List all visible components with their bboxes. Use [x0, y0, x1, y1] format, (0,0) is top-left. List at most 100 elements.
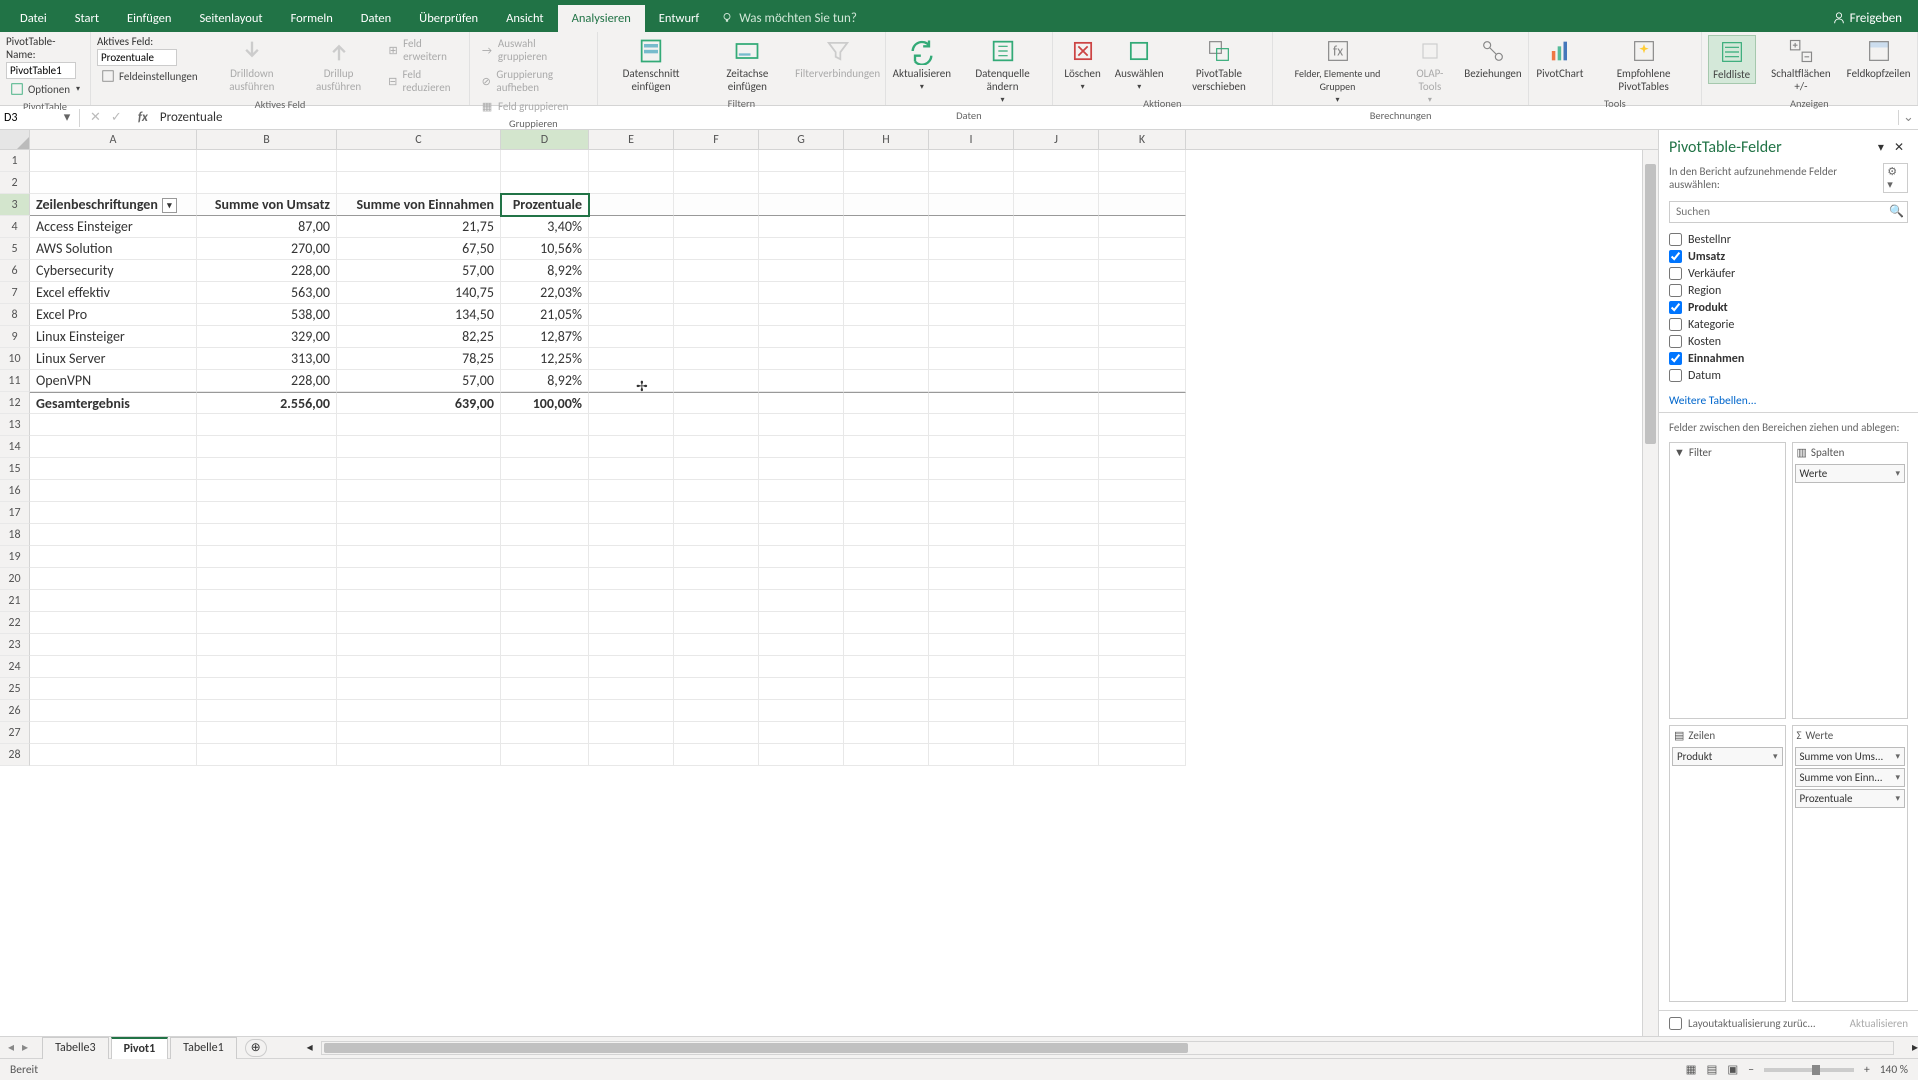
row-header[interactable]: 17 [0, 502, 30, 524]
cell[interactable] [197, 480, 337, 502]
cell[interactable] [589, 656, 674, 678]
cell[interactable] [1099, 238, 1186, 260]
cell[interactable] [759, 304, 844, 326]
cell[interactable] [674, 238, 759, 260]
cell[interactable]: Access Einsteiger [30, 216, 197, 238]
cell[interactable] [589, 326, 674, 348]
cell[interactable] [929, 172, 1014, 194]
cell[interactable] [1099, 348, 1186, 370]
drilldown-button[interactable]: Drilldown ausführen [210, 35, 294, 95]
field-checkbox[interactable] [1669, 335, 1682, 348]
cell[interactable]: 82,25 [337, 326, 501, 348]
hscroll-left-icon[interactable]: ◂ [307, 1040, 313, 1055]
cell[interactable] [1014, 392, 1099, 414]
cell[interactable] [759, 172, 844, 194]
dropzone-item[interactable]: Prozentuale▾ [1795, 789, 1906, 808]
pivotchart-button[interactable]: PivotChart [1535, 35, 1584, 82]
field-item-umsatz[interactable]: Umsatz [1669, 248, 1908, 265]
cell[interactable] [929, 392, 1014, 414]
cell[interactable]: Summe von Einnahmen [337, 194, 501, 216]
vertical-scrollbar[interactable] [1642, 150, 1658, 1036]
hscroll-right-icon[interactable]: ▸ [1912, 1040, 1918, 1055]
share-button[interactable]: Freigeben [1822, 5, 1912, 32]
cell[interactable] [501, 634, 589, 656]
cell[interactable]: 140,75 [337, 282, 501, 304]
gear-icon[interactable]: ⚙ ▾ [1883, 163, 1908, 193]
row-header[interactable]: 14 [0, 436, 30, 458]
cell[interactable]: Linux Einsteiger [30, 326, 197, 348]
cell[interactable] [589, 172, 674, 194]
cell[interactable] [1099, 568, 1186, 590]
sheet-nav-last-icon[interactable]: ▸ [22, 1040, 28, 1055]
cell[interactable] [30, 744, 197, 766]
cell[interactable] [929, 304, 1014, 326]
field-settings-button[interactable]: Feldeinstellungen [97, 67, 202, 85]
cell[interactable] [197, 678, 337, 700]
change-ds-button[interactable]: Datenquelle ändern▾ [960, 35, 1046, 107]
more-tables-link[interactable]: Weitere Tabellen... [1659, 390, 1918, 412]
row-header[interactable]: 18 [0, 524, 30, 546]
cell[interactable] [501, 722, 589, 744]
cell[interactable] [1014, 458, 1099, 480]
zoom-in-icon[interactable]: + [1864, 1063, 1870, 1077]
cell[interactable] [759, 392, 844, 414]
cell[interactable] [589, 678, 674, 700]
cell[interactable] [197, 656, 337, 678]
cell[interactable] [844, 634, 929, 656]
field-item-produkt[interactable]: Produkt [1669, 299, 1908, 316]
col-header-J[interactable]: J [1014, 130, 1099, 149]
cell[interactable] [589, 612, 674, 634]
cell[interactable]: 313,00 [197, 348, 337, 370]
pt-name-input[interactable] [6, 62, 76, 79]
dropzone-item[interactable]: Werte▾ [1795, 464, 1906, 483]
cell[interactable] [929, 370, 1014, 392]
cell[interactable] [1014, 348, 1099, 370]
cell[interactable] [30, 656, 197, 678]
horizontal-scrollbar[interactable] [321, 1041, 1894, 1055]
defer-layout-checkbox[interactable] [1669, 1017, 1682, 1030]
cell[interactable] [589, 216, 674, 238]
cell[interactable]: 21,75 [337, 216, 501, 238]
expand-formula-bar[interactable]: ⌄ [1898, 110, 1918, 125]
cell[interactable] [589, 282, 674, 304]
cell[interactable] [674, 172, 759, 194]
cell[interactable] [197, 150, 337, 172]
sheet-nav-first-icon[interactable]: ◂ [8, 1040, 14, 1055]
cell[interactable] [589, 634, 674, 656]
cell[interactable] [501, 700, 589, 722]
cell[interactable]: 538,00 [197, 304, 337, 326]
cell[interactable] [929, 480, 1014, 502]
cell[interactable] [674, 370, 759, 392]
cell[interactable] [929, 568, 1014, 590]
sheet-tab-tabelle3[interactable]: Tabelle3 [42, 1037, 109, 1059]
cell[interactable] [1099, 678, 1186, 700]
cell[interactable] [1099, 458, 1186, 480]
view-normal-icon[interactable]: ▦ [1686, 1062, 1697, 1077]
zoom-out-icon[interactable]: − [1748, 1063, 1754, 1077]
dropzone-item[interactable]: Produkt▾ [1672, 747, 1783, 766]
add-sheet-button[interactable]: ⊕ [245, 1039, 267, 1057]
cell[interactable] [30, 546, 197, 568]
cell[interactable] [844, 304, 929, 326]
cell[interactable] [674, 700, 759, 722]
cell[interactable] [589, 546, 674, 568]
col-header-F[interactable]: F [674, 130, 759, 149]
cell[interactable]: 2.556,00 [197, 392, 337, 414]
refresh-button[interactable]: Aktualisieren▾ [892, 35, 951, 94]
cell[interactable] [1099, 436, 1186, 458]
cell[interactable] [197, 172, 337, 194]
cell[interactable] [1014, 634, 1099, 656]
cell[interactable] [197, 524, 337, 546]
cell[interactable]: 100,00% [501, 392, 589, 414]
cell[interactable] [30, 634, 197, 656]
row-header[interactable]: 16 [0, 480, 30, 502]
cell[interactable] [589, 700, 674, 722]
cell[interactable] [30, 678, 197, 700]
cell[interactable] [1014, 150, 1099, 172]
sheet-tab-tabelle1[interactable]: Tabelle1 [170, 1037, 237, 1059]
cell[interactable] [674, 480, 759, 502]
reduce-field-button[interactable]: ⊟Feld reduzieren [383, 66, 463, 96]
cell[interactable] [589, 194, 674, 216]
chevron-down-icon[interactable]: ▾ [1895, 468, 1900, 479]
dropzone-item[interactable]: Summe von Einn...▾ [1795, 768, 1906, 787]
